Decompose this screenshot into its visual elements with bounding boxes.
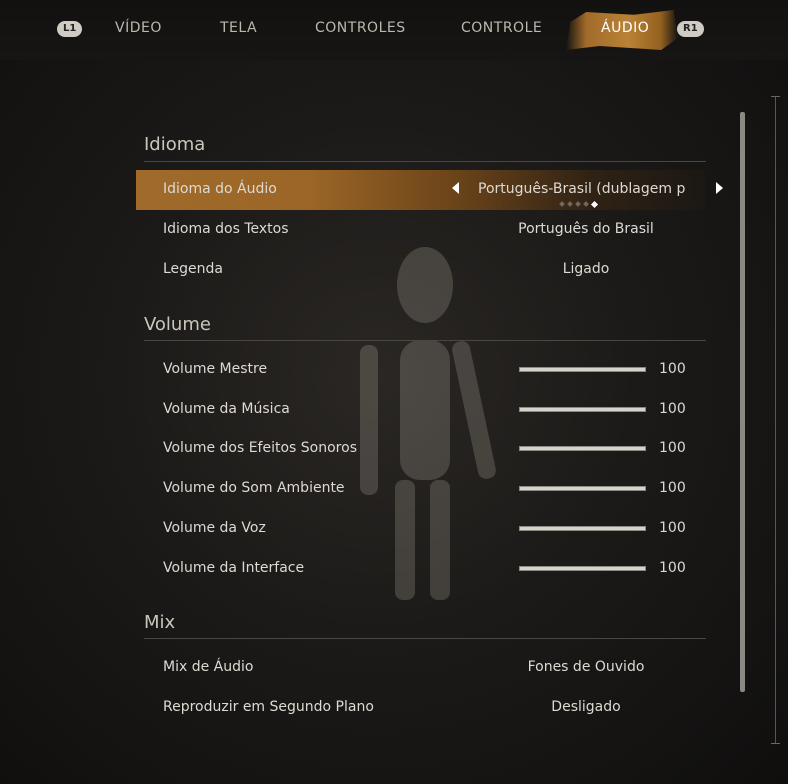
row-label: Reproduzir em Segundo Plano xyxy=(163,699,374,715)
row-value: Português-Brasil (dublagem p xyxy=(478,181,686,197)
row-label: Volume da Música xyxy=(163,401,290,417)
background-skeleton-figure xyxy=(360,247,496,600)
section-title-mix: Mix xyxy=(144,612,176,633)
volume-slider[interactable] xyxy=(519,446,646,451)
row-label: Volume dos Efeitos Sonoros xyxy=(163,440,357,456)
scrollbar[interactable] xyxy=(740,112,745,692)
section-divider xyxy=(144,340,706,341)
row-label: Idioma do Áudio xyxy=(163,181,277,197)
section-title-idioma: Idioma xyxy=(144,134,206,155)
row-label: Volume do Som Ambiente xyxy=(163,480,345,496)
row-value: Português do Brasil xyxy=(518,221,654,237)
volume-slider[interactable] xyxy=(519,526,646,531)
volume-slider[interactable] xyxy=(519,566,646,571)
row-label: Idioma dos Textos xyxy=(163,221,289,237)
row-label: Volume Mestre xyxy=(163,361,268,377)
volume-slider[interactable] xyxy=(519,486,646,491)
volume-slider[interactable] xyxy=(519,367,646,372)
scroll-rail xyxy=(775,96,776,744)
slider-value: 100 xyxy=(659,560,686,576)
row-value: Fones de Ouvido xyxy=(527,659,645,675)
tab-video[interactable]: VÍDEO xyxy=(115,20,162,36)
rail-cap-bottom xyxy=(771,743,780,744)
volume-slider[interactable] xyxy=(519,407,646,412)
row-label: Mix de Áudio xyxy=(163,659,254,675)
slider-value: 100 xyxy=(659,401,686,417)
row-value: Desligado xyxy=(551,699,621,715)
option-indicator-dots xyxy=(559,200,599,209)
tab-controle[interactable]: CONTROLE xyxy=(461,20,542,36)
slider-value: 100 xyxy=(659,440,686,456)
tab-audio[interactable]: ÁUDIO xyxy=(601,20,649,36)
option-dot xyxy=(583,201,589,207)
arrow-left-icon[interactable] xyxy=(452,182,459,194)
option-dot xyxy=(567,201,573,207)
option-dot xyxy=(575,201,581,207)
option-dot xyxy=(559,201,565,207)
arrow-right-icon[interactable] xyxy=(716,182,723,194)
slider-value: 100 xyxy=(659,361,686,377)
r1-button-hint[interactable]: R1 xyxy=(677,21,704,37)
row-value: Ligado xyxy=(562,261,610,277)
slider-value: 100 xyxy=(659,520,686,536)
l1-button-hint[interactable]: L1 xyxy=(57,21,83,37)
row-label: Volume da Interface xyxy=(163,560,305,576)
slider-value: 100 xyxy=(659,480,686,496)
rail-cap-top xyxy=(771,96,780,97)
section-divider xyxy=(144,638,706,639)
section-title-volume: Volume xyxy=(144,314,211,335)
tab-controles[interactable]: CONTROLES xyxy=(315,20,406,36)
row-label: Volume da Voz xyxy=(163,520,266,536)
tab-tela[interactable]: TELA xyxy=(220,20,257,36)
top-tab-bar: L1 VÍDEO TELA CONTROLES CONTROLE ÁUDIO R… xyxy=(0,0,788,60)
row-label: Legenda xyxy=(163,261,224,277)
option-dot xyxy=(590,200,599,209)
section-divider xyxy=(144,161,706,162)
